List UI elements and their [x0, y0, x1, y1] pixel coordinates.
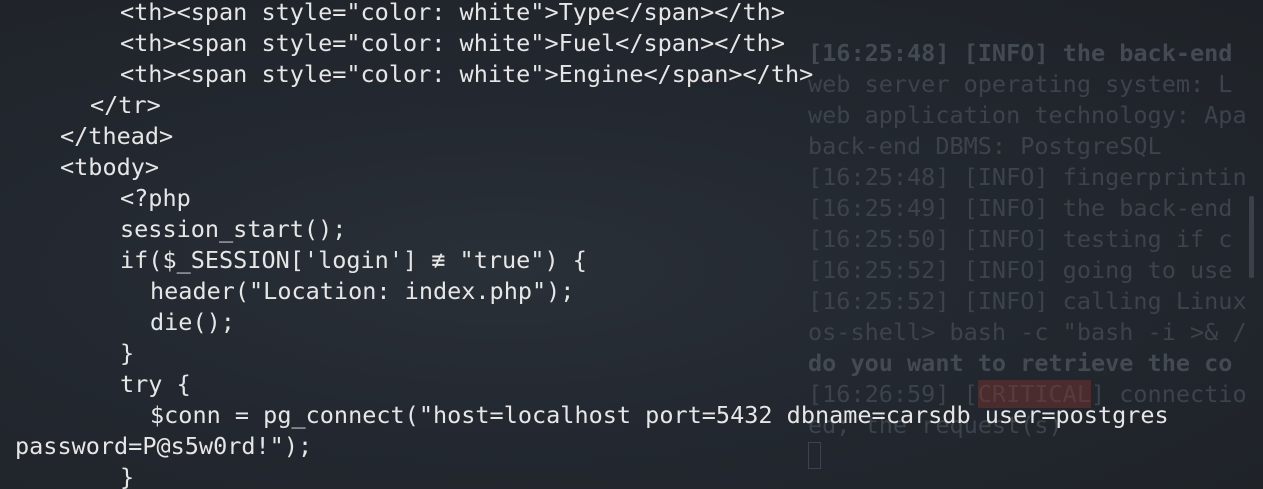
- code-line: try {: [120, 370, 191, 398]
- code-line: header("Location: index.php");: [150, 277, 575, 305]
- code-line: die();: [150, 308, 235, 336]
- code-line: }: [120, 463, 135, 489]
- code-line: if($_SESSION['login'] ≢ "true") {: [120, 246, 587, 274]
- code-line: session_start();: [120, 215, 347, 243]
- terminal-screen: [16:25:48] [INFO] the back-end web serve…: [0, 0, 1263, 489]
- code-line: }: [120, 339, 135, 367]
- code-line: <th><span style="color: white">Engine</s…: [120, 60, 814, 88]
- code-line: $conn = pg_connect("host=localhost port=…: [150, 401, 1169, 429]
- code-editor: <th><span style="color: white">Type</spa…: [0, 0, 1263, 489]
- code-line: </tr>: [90, 91, 161, 119]
- code-line: password=P@s5w0rd!");: [15, 432, 313, 460]
- code-line: <th><span style="color: white">Fuel</spa…: [120, 29, 785, 57]
- code-line: <?php: [120, 184, 191, 212]
- code-line: <th><span style="color: white">Type</spa…: [120, 0, 785, 26]
- code-line: </thead>: [60, 122, 174, 150]
- code-line: <tbody>: [60, 153, 160, 181]
